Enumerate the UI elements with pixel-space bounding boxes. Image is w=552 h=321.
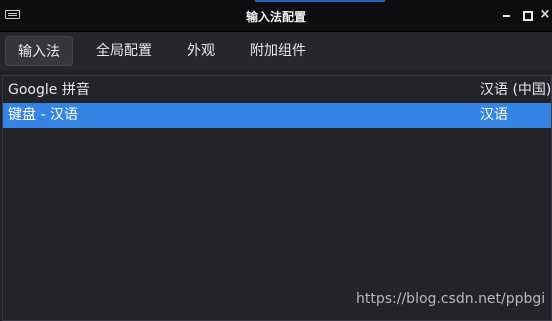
input-method-name: 键盘 - 汉语 bbox=[8, 107, 78, 123]
input-method-language: 汉语 bbox=[480, 107, 508, 123]
window-title: 输入法配置 bbox=[245, 10, 306, 24]
input-method-name: Google 拼音 bbox=[8, 82, 90, 98]
list-item[interactable]: Google 拼音 汉语 (中国) bbox=[3, 78, 551, 103]
close-icon[interactable]: × bbox=[538, 8, 552, 22]
tab-bar: 输入法 全局配置 外观 附加组件 bbox=[0, 32, 552, 70]
tab-appearance[interactable]: 外观 bbox=[176, 36, 226, 66]
input-method-config-window: 输入法配置 × 输入法 全局配置 外观 附加组件 Google 拼音 汉语 (中… bbox=[0, 0, 552, 321]
tab-addons[interactable]: 附加组件 bbox=[238, 36, 318, 66]
tab-global-config[interactable]: 全局配置 bbox=[86, 36, 162, 66]
input-method-list[interactable]: Google 拼音 汉语 (中国) 键盘 - 汉语 汉语 bbox=[2, 75, 552, 321]
tab-input-method[interactable]: 输入法 bbox=[5, 36, 73, 66]
list-item-selected[interactable]: 键盘 - 汉语 汉语 bbox=[3, 103, 551, 128]
input-method-language: 汉语 (中国) bbox=[480, 82, 552, 98]
title-bar[interactable]: 输入法配置 × bbox=[0, 0, 552, 32]
minimize-icon[interactable] bbox=[500, 8, 514, 22]
title-accent-line bbox=[255, 0, 385, 2]
maximize-icon[interactable] bbox=[520, 8, 534, 22]
watermark-text: https://blog.csdn.net/ppbgi bbox=[356, 291, 546, 307]
